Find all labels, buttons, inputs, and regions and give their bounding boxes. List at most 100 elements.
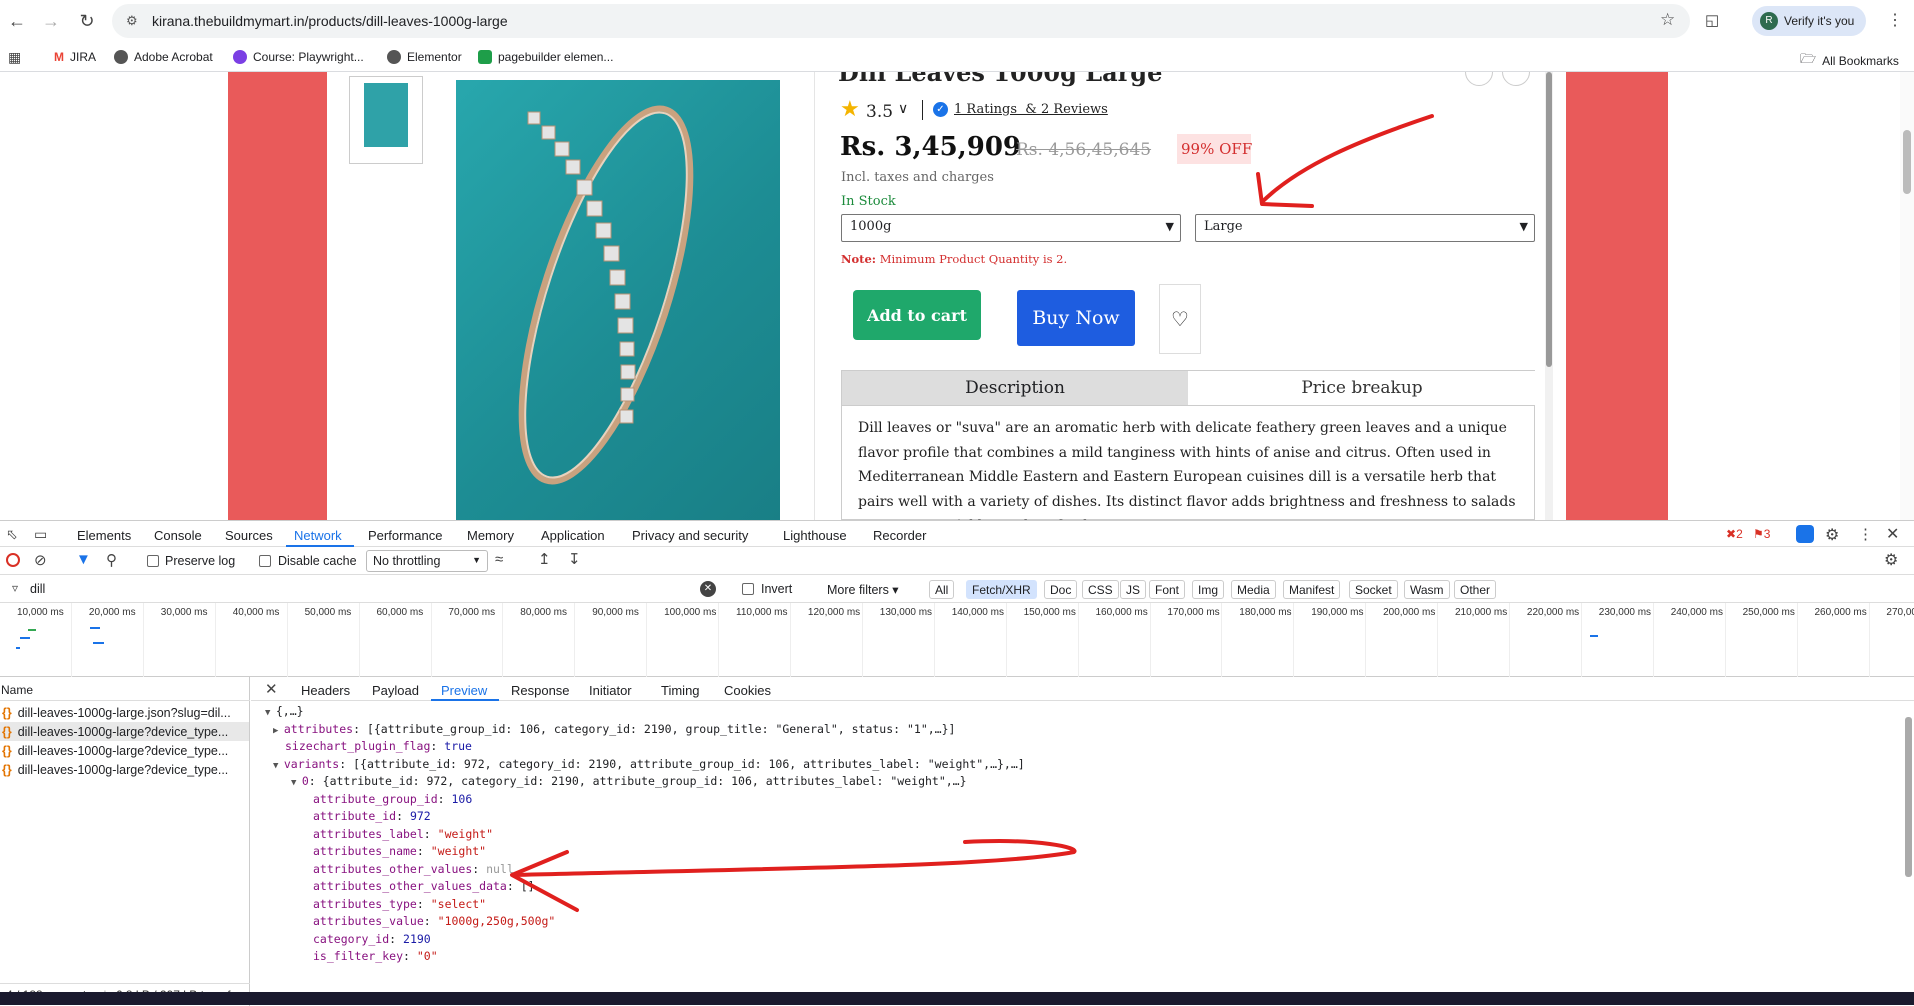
tab-elements[interactable]: Elements	[77, 528, 131, 543]
tab-recorder[interactable]: Recorder	[873, 528, 926, 543]
clear-icon[interactable]: ⊘	[34, 551, 47, 569]
filter-js[interactable]: JS	[1120, 580, 1147, 599]
star-icon[interactable]: ☆	[1660, 10, 1675, 30]
tab-sources[interactable]: Sources	[225, 528, 273, 543]
export-icon[interactable]: ↧	[568, 550, 581, 568]
collapse-triangle-icon[interactable]: ▶	[273, 726, 284, 736]
share-icon[interactable]	[1465, 72, 1493, 86]
record-icon[interactable]	[6, 553, 20, 567]
mrp-price: Rs. 4,56,45,645	[1016, 140, 1152, 160]
filter-wasm[interactable]: Wasm	[1404, 580, 1450, 599]
search-icon[interactable]: ⚲	[106, 551, 117, 569]
buy-now-button[interactable]: Buy Now	[1017, 290, 1135, 346]
timeline-gridline	[1580, 603, 1582, 677]
tab-console[interactable]: Console	[154, 528, 202, 543]
expand-triangle-icon[interactable]: ▼	[273, 761, 284, 771]
page-scrollbar[interactable]	[1900, 72, 1914, 520]
tab-response[interactable]: Response	[511, 683, 570, 698]
request-row[interactable]: {} dill-leaves-1000g-large.json?slug=dil.…	[0, 703, 249, 722]
json-line[interactable]: ▼ 0: {attribute_id: 972, category_id: 21…	[291, 773, 967, 790]
tab-lighthouse[interactable]: Lighthouse	[783, 528, 847, 543]
more-filters-button[interactable]: More filters ▾	[827, 582, 899, 597]
tab-timing[interactable]: Timing	[661, 683, 700, 698]
forward-icon[interactable]: →	[40, 10, 62, 32]
apps-icon[interactable]: ▦	[8, 49, 21, 66]
name-column-header[interactable]: Name	[0, 677, 250, 701]
product-thumbnail[interactable]	[349, 76, 423, 164]
network-settings-icon[interactable]: ⚙	[1884, 550, 1898, 570]
filter-fetch-xhr[interactable]: Fetch/XHR	[966, 580, 1037, 599]
tab-cookies[interactable]: Cookies	[724, 683, 771, 698]
filter-other[interactable]: Other	[1454, 580, 1497, 599]
clear-filter-icon[interactable]: ✕	[700, 581, 716, 597]
bookmark-jira[interactable]: M JIRA	[54, 50, 96, 64]
close-icon[interactable]: ✕	[1886, 524, 1899, 544]
inspect-icon[interactable]: ⬁	[6, 526, 18, 543]
filter-media[interactable]: Media	[1231, 580, 1276, 599]
tab-initiator[interactable]: Initiator	[589, 683, 632, 698]
address-bar[interactable]: ⚙ kirana.thebuildmymart.in/products/dill…	[112, 4, 1690, 38]
tab-description[interactable]: Description	[842, 371, 1188, 405]
filter-doc[interactable]: Doc	[1044, 580, 1078, 599]
add-to-cart-button[interactable]: Add to cart	[853, 290, 981, 340]
tab-headers[interactable]: Headers	[301, 683, 350, 698]
tab-memory[interactable]: Memory	[467, 528, 514, 543]
request-row[interactable]: {} dill-leaves-1000g-large?device_type...	[0, 722, 249, 741]
weight-select[interactable]: 1000g ▼	[841, 214, 1181, 242]
warning-count[interactable]: ⚑3	[1753, 527, 1770, 541]
size-select[interactable]: Large ▼	[1195, 214, 1535, 242]
bookmark-acrobat[interactable]: Adobe Acrobat	[114, 50, 213, 64]
reload-icon[interactable]: ↻	[76, 10, 98, 32]
chevron-down-icon[interactable]: ∨	[898, 100, 908, 117]
filter-img[interactable]: Img	[1192, 580, 1225, 599]
extensions-icon[interactable]: ◱	[1705, 11, 1719, 29]
filter-manifest[interactable]: Manifest	[1283, 580, 1341, 599]
bookmark-pagebuilder[interactable]: pagebuilder elemen...	[478, 50, 613, 64]
error-count[interactable]: ✖2	[1726, 527, 1743, 541]
back-icon[interactable]: ←	[6, 10, 28, 32]
filter-css[interactable]: CSS	[1082, 580, 1119, 599]
tab-network[interactable]: Network	[294, 528, 342, 543]
expand-triangle-icon[interactable]: ▼	[291, 778, 302, 788]
close-icon[interactable]: ✕	[265, 680, 278, 698]
tab-payload[interactable]: Payload	[372, 683, 419, 698]
tab-performance[interactable]: Performance	[368, 528, 442, 543]
tab-privacy-security[interactable]: Privacy and security	[632, 528, 748, 543]
profile-button[interactable]: R Verify it's you	[1752, 6, 1866, 36]
device-toolbar-icon[interactable]: ▭	[34, 526, 47, 543]
json-line[interactable]: ▶ attributes: [{attribute_group_id: 106,…	[273, 721, 955, 738]
bookmark-playwright[interactable]: Course: Playwright...	[233, 50, 364, 64]
import-icon[interactable]: ↥	[538, 550, 551, 568]
filter-all[interactable]: All	[929, 580, 955, 599]
preview-scrollbar[interactable]	[1903, 703, 1914, 1006]
bookmark-elementor[interactable]: Elementor	[387, 50, 462, 64]
expand-triangle-icon[interactable]: ▼	[265, 708, 276, 718]
wishlist-icon[interactable]	[1502, 72, 1530, 86]
invert-checkbox[interactable]	[742, 583, 754, 595]
filter-icon[interactable]: ▼	[76, 551, 91, 568]
json-line[interactable]: ▼ {,…}	[265, 703, 304, 720]
settings-gear-icon[interactable]: ⚙	[1825, 525, 1839, 545]
throttling-select[interactable]: No throttling ▼	[366, 550, 488, 572]
network-conditions-icon[interactable]: ≈	[495, 551, 503, 568]
wishlist-button[interactable]: ♡	[1159, 284, 1201, 354]
tab-preview[interactable]: Preview	[441, 683, 487, 698]
ratings-reviews-link[interactable]: 1 Ratings & 2 Reviews	[954, 102, 1108, 117]
site-info-icon[interactable]: ⚙	[126, 13, 138, 29]
tab-price-breakup[interactable]: Price breakup	[1189, 371, 1535, 405]
more-menu-icon[interactable]: ⋮	[1858, 525, 1873, 543]
network-timeline[interactable]: 10,000 ms 20,000 ms 30,000 ms 40,000 ms 50,0…	[0, 603, 1914, 677]
preserve-log-checkbox[interactable]	[147, 555, 159, 567]
filter-socket[interactable]: Socket	[1349, 580, 1398, 599]
request-row[interactable]: {} dill-leaves-1000g-large?device_type...	[0, 741, 249, 760]
json-line[interactable]: ▼ variants: [{attribute_id: 972, categor…	[273, 756, 1025, 773]
all-bookmarks[interactable]: 🗁 All Bookmarks	[1800, 50, 1899, 72]
ai-assist-icon[interactable]	[1796, 525, 1814, 543]
filter-font[interactable]: Font	[1149, 580, 1186, 599]
menu-icon[interactable]: ⋮	[1887, 10, 1903, 30]
tab-application[interactable]: Application	[541, 528, 605, 543]
product-scrollbar[interactable]	[1545, 72, 1553, 520]
disable-cache-checkbox[interactable]	[259, 555, 271, 567]
filter-input[interactable]: dill	[30, 582, 45, 596]
request-row[interactable]: {} dill-leaves-1000g-large?device_type...	[0, 760, 249, 779]
